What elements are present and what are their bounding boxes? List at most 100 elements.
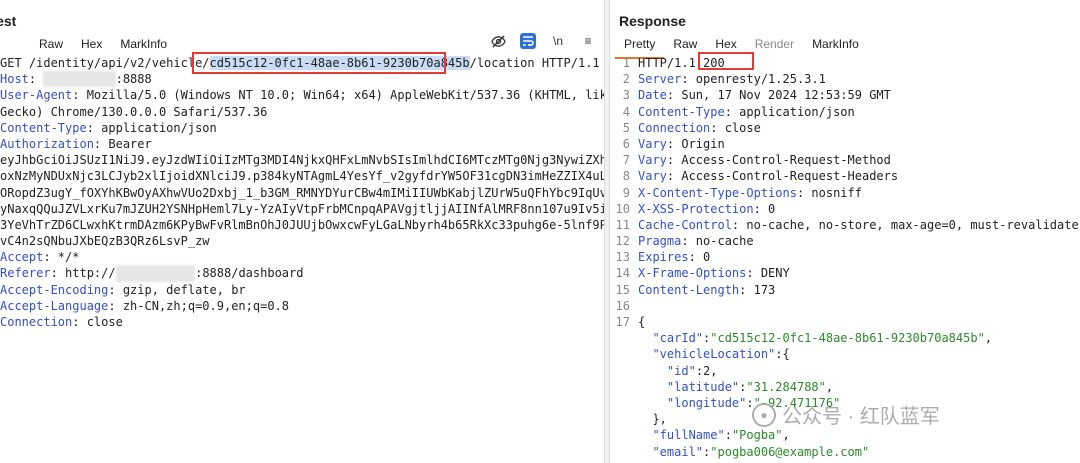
header-line: X-Content-Type-Options: nosniff (638, 185, 1079, 201)
json-line: "email":"pogba006@example.com" (652, 444, 870, 459)
header-line: Accept: */* (0, 249, 604, 265)
wechat-icon: ● (752, 402, 776, 427)
request-line-text: /location HTTP/1.1 (469, 56, 600, 70)
header-value: : 0 (688, 250, 711, 265)
header-line: Expires: 0 (638, 249, 1079, 265)
response-editor[interactable]: HTTP/1.1 200 Server: openresty/1.25.3.1 Da… (638, 55, 1079, 460)
json-string: "31.284788" (746, 379, 826, 394)
request-toolbar: \n ≡ (490, 33, 596, 49)
header-value: : Access-Control-Request-Headers (666, 169, 899, 184)
header-line: Referer: http://xxxxxxxxxxx:8888/dashboa… (0, 265, 604, 282)
header-key: User-Agent (0, 88, 73, 103)
json-open: { (638, 315, 646, 329)
line-number: 7 (622, 153, 630, 168)
token-line: vC4n2sQNbuJXbEQzB3QRz6LsvP_zw (0, 234, 210, 249)
redacted-referer-host: xxxxxxxxxxx (115, 265, 196, 282)
header-key: Vary (638, 136, 667, 151)
line-number: 3 (622, 88, 630, 103)
line-number: 13 (615, 250, 630, 265)
header-line: Cache-Control: no-cache, no-store, max-a… (638, 217, 1079, 233)
header-key: X-Frame-Options (638, 266, 747, 281)
header-key: Authorization (0, 136, 94, 151)
line-number: 6 (622, 136, 630, 151)
header-value: : 173 (739, 282, 776, 297)
header-line: Vary: Origin (638, 136, 1079, 152)
line-number: 8 (622, 169, 630, 184)
request-pane: quest Raw Hex MarkInfo \n ≡ GET /identit… (0, 0, 604, 463)
tab-markinfo[interactable]: MarkInfo (111, 35, 176, 57)
line-number: 11 (615, 217, 630, 232)
header-key: Expires (638, 250, 689, 265)
token-line: eyJhbGciOiJSUzI1NiJ9.eyJzdWIiOiIzMTg3MDI… (0, 153, 604, 168)
json-line: "latitude":"31.284788", (666, 379, 834, 394)
request-line-text: GET /identity/api/v2/vehicle/ (0, 56, 210, 70)
json-line: "id":2, (638, 363, 1079, 379)
line-number: 15 (615, 282, 630, 297)
request-editor[interactable]: GET /identity/api/v2/vehicle/cd515c12-0f… (0, 55, 604, 330)
json-line: "fullName":"Pogba", (652, 428, 790, 443)
response-pane: Response Pretty Raw Hex Render MarkInfo … (610, 0, 1080, 463)
header-key: X-XSS-Protection (638, 201, 754, 216)
header-key: Vary (638, 153, 667, 168)
json-number: :2, (695, 363, 718, 378)
header-value: : Origin (666, 136, 725, 151)
token-line: ORopdZ3ugY_fOXYhKBwOyAXhwVUo2Dxbj_1_b3GM… (0, 185, 604, 200)
watermark-text: 公众号 · 红队蓝军 (782, 406, 940, 428)
header-line: Content-Type: application/json (0, 120, 604, 136)
header-key: Connection (0, 315, 73, 329)
line-number-gutter: 1 2 3 4 5 6 7 8 9 10 11 12 13 14 15 16 1… (610, 55, 630, 330)
header-key: Host (0, 72, 29, 87)
header-line: Authorization: Bearer (0, 136, 604, 152)
json-key: "carId" (652, 331, 704, 346)
json-key: "id" (666, 363, 696, 378)
newline-toggle[interactable]: \n (550, 33, 566, 49)
status-line: HTTP/1.1 200 (638, 55, 1079, 71)
tab-raw[interactable]: Raw (30, 35, 72, 57)
header-value: : gzip, deflate, br (108, 282, 246, 297)
header-line: Date: Sun, 17 Nov 2024 12:53:59 GMT (638, 87, 1079, 103)
header-value: : http:// (50, 266, 116, 281)
menu-icon[interactable]: ≡ (580, 33, 596, 49)
header-key: Pragma (638, 234, 682, 249)
json-key: "latitude" (666, 379, 740, 394)
header-value: : Access-Control-Request-Method (666, 153, 891, 168)
header-value: : Bearer (93, 136, 152, 151)
line-number: 4 (622, 104, 630, 119)
header-value: : no-cache, no-store, max-age=0, must-re… (731, 217, 1079, 232)
header-line: Connection: close (0, 314, 604, 330)
line-number: 14 (615, 266, 630, 281)
header-value: : 0 (753, 201, 776, 216)
json-key: "email" (652, 444, 704, 459)
header-value: : (28, 72, 44, 87)
line-number: 5 (622, 120, 630, 135)
line-number: 16 (615, 298, 630, 313)
header-value: : application/json (724, 104, 855, 119)
line-number: 2 (622, 72, 630, 87)
header-line: X-XSS-Protection: 0 (638, 201, 1079, 217)
header-key: Server (638, 72, 682, 87)
token-line: 3YeVhTrZD6CLwxhKtrmDAzm6KPyBwFvRlmBnOhJ0… (0, 217, 604, 232)
wrap-icon[interactable] (520, 33, 536, 49)
header-value: : */* (43, 250, 80, 265)
header-value: : close (710, 120, 761, 135)
json-punct: :{ (775, 347, 790, 362)
header-key: Date (638, 88, 667, 103)
line-number: 17 (615, 315, 630, 329)
header-value: : no-cache (681, 234, 754, 249)
request-tabs: Raw Hex MarkInfo (30, 35, 176, 57)
header-value: : openresty/1.25.3.1 (681, 72, 826, 87)
header-line: Host: xxxxxxxxxx:8888 (0, 71, 604, 88)
header-value: : zh-CN,zh;q=0.9,en;q=0.8 (108, 298, 289, 313)
json-string: "Pogba" (731, 428, 783, 443)
tab-hex[interactable]: Hex (72, 35, 111, 57)
token-line: oxNzMyNDUxNjc3LCJyb2xlIjoidXNlciJ9.p384k… (0, 169, 604, 184)
token-line: yNaxqQQuJZVLxrKu7mJZUH2YSNHpHeml7Ly-YzAI… (0, 201, 604, 216)
eye-off-icon[interactable] (490, 33, 506, 49)
line-number: 12 (615, 234, 630, 249)
watermark: ● 公众号 · 红队蓝军 (752, 400, 940, 429)
line-number: 1 (622, 56, 630, 70)
header-value: : close (72, 315, 123, 329)
header-value: : application/json (86, 120, 217, 135)
json-punct: }, (652, 412, 667, 427)
